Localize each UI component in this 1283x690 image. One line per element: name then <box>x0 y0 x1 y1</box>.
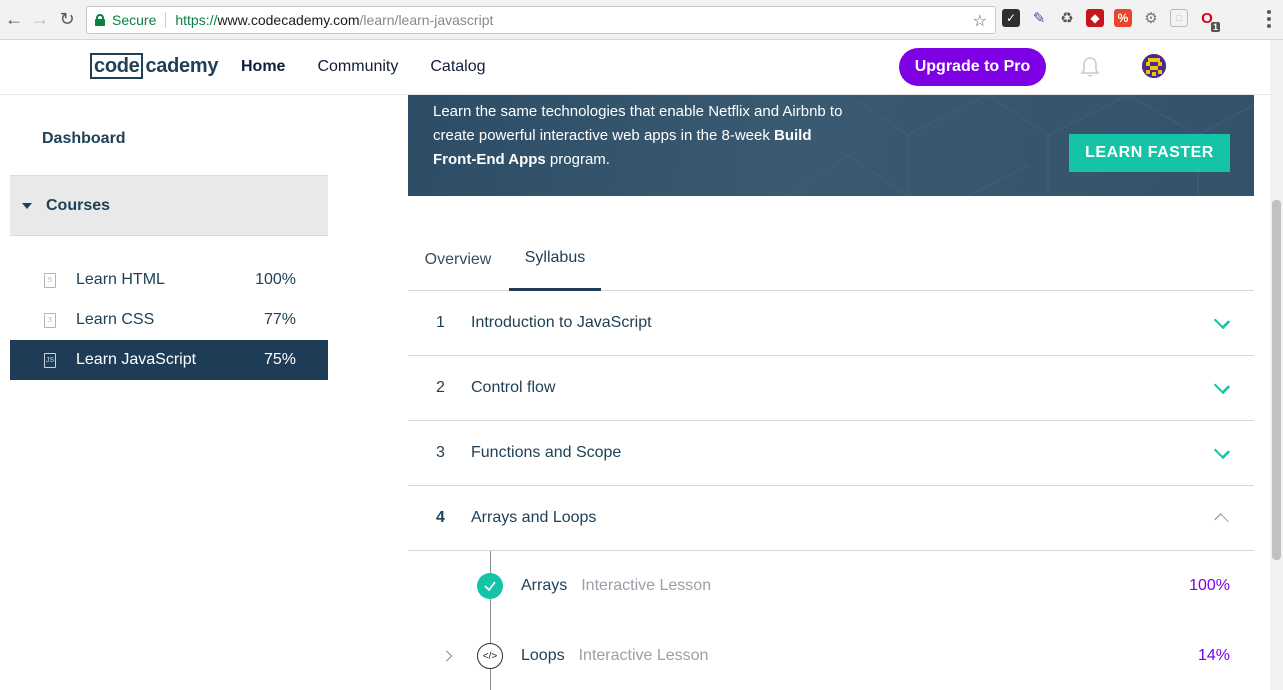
unit-number: 2 <box>436 379 445 396</box>
sidebar-courses-toggle[interactable]: Courses <box>10 175 328 236</box>
syllabus-unit[interactable]: 2 Control flow <box>408 356 1254 421</box>
code-brackets-icon: </> <box>477 643 503 669</box>
unit-number: 4 <box>436 509 445 526</box>
omnibox-divider <box>165 12 167 28</box>
page-extension-icon[interactable]: □ <box>1170 9 1188 27</box>
nav-catalog[interactable]: Catalog <box>430 58 485 76</box>
unit-title: Introduction to JavaScript <box>471 314 652 331</box>
banner-text-end: program. <box>545 151 610 168</box>
codecademy-logo[interactable]: code cademy <box>90 53 218 79</box>
secure-label: Secure <box>112 12 157 28</box>
js-file-icon: JS <box>44 352 56 368</box>
main-nav: Home Community Catalog <box>241 58 486 76</box>
browser-menu-icon[interactable] <box>1267 10 1271 28</box>
page-scrollbar[interactable] <box>1270 40 1283 690</box>
caret-down-icon <box>22 202 32 209</box>
gear-extension-icon[interactable]: ⚙ <box>1142 9 1160 27</box>
lesson-title-group: Arrays Interactive Lesson <box>521 577 711 595</box>
sidebar-course-learn-html[interactable]: 5 Learn HTML 100% <box>10 260 328 300</box>
user-avatar[interactable] <box>1142 54 1166 78</box>
url-host: www.codecademy.com <box>217 12 360 28</box>
opera-extension-icon[interactable]: O1 <box>1198 9 1220 32</box>
extension-badge: 1 <box>1210 22 1220 32</box>
learn-faster-button[interactable]: LEARN FASTER <box>1069 134 1230 172</box>
lesson-type: Interactive Lesson <box>578 647 709 664</box>
unit-title: Functions and Scope <box>471 444 622 461</box>
url-path: /learn/learn-javascript <box>359 12 494 28</box>
url-scheme: https:// <box>175 12 218 28</box>
scrollbar-thumb[interactable] <box>1272 200 1281 560</box>
lesson-title: Loops <box>521 647 565 664</box>
sidebar-courses-label: Courses <box>46 196 111 214</box>
course-name: Learn CSS <box>76 311 155 328</box>
bookmark-star-icon[interactable]: ☆ <box>973 11 987 31</box>
promo-banner: Learn the same technologies that enable … <box>408 95 1254 196</box>
course-progress: 100% <box>255 271 296 288</box>
syllabus-unit[interactable]: 1 Introduction to JavaScript <box>408 291 1254 356</box>
extensions-bar: ✓ ✎ ♻ ◆ % ⚙ □ O1 <box>1002 9 1220 32</box>
syllabus-unit[interactable]: 3 Functions and Scope <box>408 421 1254 486</box>
upgrade-to-pro-button[interactable]: Upgrade to Pro <box>899 48 1046 86</box>
course-name: Learn HTML <box>76 271 165 288</box>
lesson-progress: 100% <box>1189 577 1230 594</box>
tab-syllabus[interactable]: Syllabus <box>509 228 601 291</box>
lesson-type: Interactive Lesson <box>581 577 712 594</box>
chevron-right-icon[interactable] <box>445 650 453 662</box>
logo-boxed-text: code <box>90 53 144 79</box>
sidebar-course-learn-css[interactable]: 3 Learn CSS 77% <box>10 300 328 340</box>
forward-arrow-icon[interactable]: → <box>30 9 50 29</box>
course-progress: 75% <box>263 351 296 368</box>
recycle-extension-icon[interactable]: ♻ <box>1058 9 1076 27</box>
chevron-down-icon[interactable] <box>1214 445 1230 461</box>
course-name: Learn JavaScript <box>76 351 197 368</box>
notification-bell-icon[interactable] <box>1080 56 1100 78</box>
css3-file-icon: 3 <box>44 312 56 328</box>
back-arrow-icon[interactable]: ← <box>4 9 24 29</box>
percent-extension-icon[interactable]: % <box>1114 9 1132 27</box>
address-bar[interactable]: Secure https://www.codecademy.com/learn/… <box>86 6 996 34</box>
checkmark-extension-icon[interactable]: ✓ <box>1002 9 1020 27</box>
eyedropper-extension-icon[interactable]: ✎ <box>1030 9 1048 27</box>
site-header: code cademy Home Community Catalog Upgrad… <box>0 40 1270 95</box>
sidebar-dashboard-link[interactable]: Dashboard <box>42 130 126 148</box>
banner-text: Learn the same technologies that enable … <box>433 100 853 172</box>
unit-title: Control flow <box>471 379 556 396</box>
lesson-title: Arrays <box>521 577 568 594</box>
unit-number: 1 <box>436 314 445 331</box>
chevron-down-icon[interactable] <box>1214 315 1230 331</box>
unit-number: 3 <box>436 444 445 461</box>
chevron-down-icon[interactable] <box>1214 380 1230 396</box>
course-progress: 77% <box>263 311 296 328</box>
lesson-item[interactable]: </> Loops Interactive Lesson 14% <box>408 636 1254 676</box>
lesson-item[interactable]: Arrays Interactive Lesson 100% <box>408 566 1254 606</box>
nav-community[interactable]: Community <box>317 58 398 76</box>
lesson-title-group: Loops Interactive Lesson <box>521 647 708 665</box>
nav-home[interactable]: Home <box>241 58 285 76</box>
lock-icon <box>95 14 105 26</box>
syllabus-unit-expanded[interactable]: 4 Arrays and Loops <box>408 486 1254 551</box>
browser-toolbar: ← → ↻ Secure https://www.codecademy.com /… <box>0 0 1283 40</box>
unit-title: Arrays and Loops <box>471 509 597 526</box>
sidebar-course-learn-javascript[interactable]: JS Learn JavaScript 75% <box>10 340 328 380</box>
tab-overview[interactable]: Overview <box>418 228 498 291</box>
logo-text: cademy <box>145 54 219 77</box>
chevron-up-icon[interactable] <box>1214 510 1230 526</box>
ruby-extension-icon[interactable]: ◆ <box>1086 9 1104 27</box>
completed-check-icon <box>477 573 503 599</box>
lesson-progress: 14% <box>1197 647 1230 664</box>
html5-file-icon: 5 <box>44 272 56 288</box>
course-tabs: Overview Syllabus <box>408 228 1254 291</box>
reload-icon[interactable]: ↻ <box>57 9 77 29</box>
